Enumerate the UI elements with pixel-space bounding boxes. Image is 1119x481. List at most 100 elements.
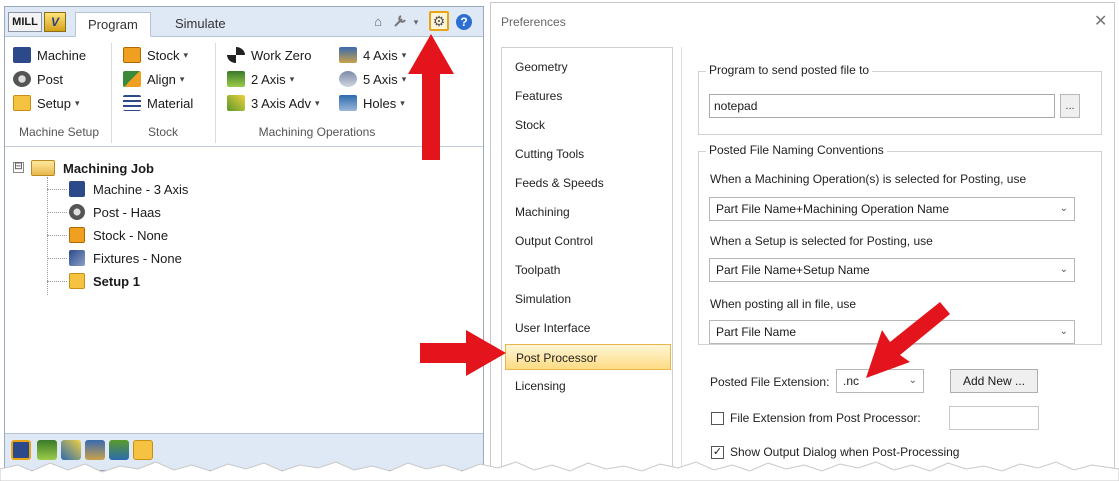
category-simulation[interactable]: Simulation [502,286,672,312]
program-group-legend: Program to send posted file to [706,63,873,77]
ext-from-post-label: File Extension from Post Processor: [730,411,921,425]
tree-item-stock[interactable]: Stock - None [69,226,168,244]
show-output-checkbox[interactable]: ✓ [711,446,724,459]
dropdown-caret-icon: ▾ [401,73,407,84]
group-label-stock: Stock [147,125,178,139]
ext-from-post-checkbox[interactable] [711,412,724,425]
machine-label: Machine [37,47,87,63]
setup-naming-select[interactable]: Part File Name+Setup Name ⌄ [709,258,1075,282]
browse-button[interactable]: ... [1060,94,1080,118]
tree-item-fixtures[interactable]: Fixtures - None [69,249,182,267]
5-axis-label: 5 Axis [363,71,398,87]
align-label: Align [147,71,176,87]
work-zero-button[interactable]: Work Zero [227,45,311,65]
category-post-processor[interactable]: Post Processor [505,344,671,370]
tree-item-post[interactable]: Post - Haas [69,203,161,221]
op-naming-select[interactable]: Part File Name+Machining Operation Name … [709,197,1075,221]
setup-button[interactable]: Setup ▾ [13,93,80,113]
home-icon[interactable]: ⌂ [369,13,387,31]
close-icon[interactable]: ✕ [1094,11,1107,31]
toolpath-icon[interactable] [61,440,81,460]
category-cutting-tools[interactable]: Cutting Tools [502,141,672,167]
tab-program[interactable]: Program [75,12,151,37]
align-button[interactable]: Align ▾ [123,69,184,89]
program-path-input[interactable]: notepad [709,94,1055,118]
category-user-interface[interactable]: User Interface [502,315,672,341]
show-output-label: Show Output Dialog when Post-Processing [730,445,960,459]
category-output-control[interactable]: Output Control [502,228,672,254]
ext-from-post-input[interactable] [949,406,1039,430]
all-naming-value: Part File Name [716,325,797,339]
dropdown-caret-icon: ▾ [400,97,405,108]
job-tree-icon[interactable] [11,440,31,460]
folder-icon [31,160,55,176]
2-axis-button[interactable]: 2 Axis ▾ [227,69,294,89]
holes-icon [339,95,357,111]
chevron-down-icon: ⌄ [908,375,917,386]
3-axis-adv-button[interactable]: 3 Axis Adv ▾ [227,93,320,113]
group-divider [215,43,216,143]
category-licensing[interactable]: Licensing [502,373,672,399]
4-axis-button[interactable]: 4 Axis ▾ [339,45,406,65]
stock-label: Stock [147,47,180,63]
material-button[interactable]: Material [123,93,193,113]
tree-item-label: Fixtures - None [93,250,182,266]
setup-tab-icon[interactable] [133,440,153,460]
app-logo-icon[interactable]: V [44,12,66,32]
tab-simulate[interactable]: Simulate [163,12,238,37]
5-axis-button[interactable]: 5 Axis ▾ [339,69,406,89]
tree-item-machine[interactable]: Machine - 3 Axis [69,180,188,198]
post-label: Post [37,71,64,87]
4-axis-icon [339,47,357,63]
dropdown-caret-icon: ▾ [74,97,80,108]
post-icon [13,71,31,87]
op-naming-value: Part File Name+Machining Operation Name [716,202,950,216]
material-icon [123,95,141,111]
collapse-expander-icon[interactable]: ⊟ [13,162,24,173]
2-axis-icon [227,71,245,87]
dropdown-caret-icon: ▾ [401,49,407,60]
tree-root-machining-job[interactable]: Machining Job [31,159,154,177]
preferences-dialog: Preferences ✕ Geometry Features Stock Cu… [490,2,1115,477]
tree-item-setup[interactable]: Setup 1 [69,272,140,290]
naming-group-legend: Posted File Naming Conventions [706,143,887,157]
sim-icon[interactable] [109,440,129,460]
stock-icon [69,227,85,243]
category-list: Geometry Features Stock Cutting Tools Fe… [501,47,673,476]
stock-icon [123,47,141,63]
add-new-extension-button[interactable]: Add New ... [950,369,1038,393]
dropdown-caret-icon: ▾ [314,97,320,108]
post-icon [69,204,85,220]
wrench-icon[interactable] [391,13,409,31]
all-naming-select[interactable]: Part File Name ⌄ [709,320,1075,344]
gear-icon[interactable]: ⚙ [429,11,449,31]
category-geometry[interactable]: Geometry [502,54,672,80]
mill-mode-button[interactable]: MILL [8,12,42,32]
extension-select[interactable]: .nc ⌄ [836,369,924,393]
post-processor-settings: Program to send posted file to notepad .… [681,47,1114,476]
category-stock[interactable]: Stock [502,112,672,138]
5-axis-icon [339,71,357,87]
category-machining[interactable]: Machining [502,199,672,225]
holes-button[interactable]: Holes ▾ [339,93,405,113]
setup-icon [69,273,85,289]
tree-connector [47,177,48,295]
dropdown-caret-icon[interactable]: ▾ [411,13,421,31]
tree-connector [47,258,67,259]
help-icon[interactable]: ? [456,14,472,30]
category-feeds-speeds[interactable]: Feeds & Speeds [502,170,672,196]
material-label: Material [147,95,194,111]
cam-panel: MILL V Program Simulate ⌂ ▾ ⚙ ? Machine … [4,6,484,471]
tools-icon[interactable] [85,440,105,460]
post-button[interactable]: Post [13,69,63,89]
3-axis-adv-label: 3 Axis Adv [251,95,311,111]
dropdown-caret-icon: ▾ [179,73,185,84]
ops-icon[interactable] [37,440,57,460]
tree-item-label: Post - Haas [93,204,161,220]
browser-tab-bar [5,433,483,470]
category-features[interactable]: Features [502,83,672,109]
stock-button[interactable]: Stock ▾ [123,45,188,65]
machine-button[interactable]: Machine [13,45,86,65]
category-toolpath[interactable]: Toolpath [502,257,672,283]
3-axis-adv-icon [227,95,245,111]
